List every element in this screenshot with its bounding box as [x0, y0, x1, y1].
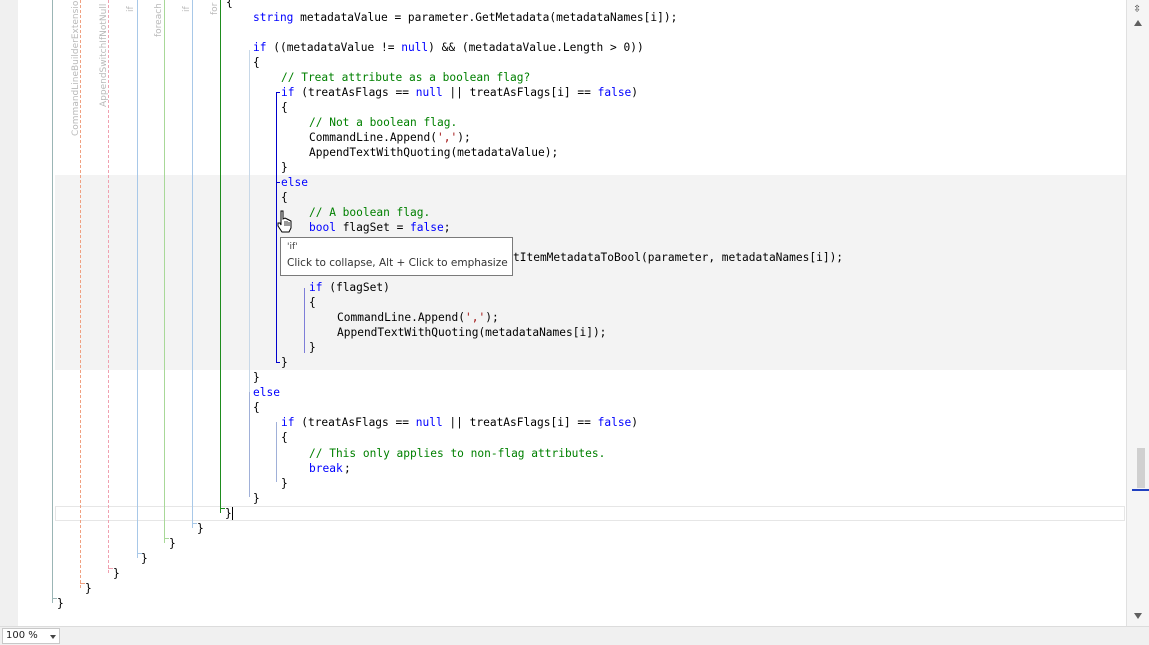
code-line: { [281, 431, 288, 444]
fold-tick-end [276, 362, 280, 363]
code-comment: // A boolean flag. [309, 206, 431, 219]
scroll-down-icon[interactable] [1134, 613, 1142, 619]
code-line: ; [344, 462, 351, 475]
code-line: if (treatAsFlags == null || treatAsFlags… [281, 416, 639, 429]
vertical-scrollbar[interactable] [1126, 0, 1149, 626]
code-line: CommandLine.Append(','); [337, 311, 499, 324]
code-line: } [253, 492, 260, 505]
fold-guide-else[interactable] [249, 392, 250, 497]
scroll-up-icon[interactable] [1134, 20, 1142, 26]
scrollbar-thumb[interactable] [1137, 448, 1145, 488]
structure-guide-foreach [164, 0, 165, 543]
code-line: else [281, 176, 308, 189]
code-line: } [85, 582, 92, 595]
code-line: } [169, 537, 176, 550]
code-line: { [281, 191, 288, 204]
code-comment: // This only applies to non-flag attribu… [309, 447, 606, 460]
code-line: } [253, 371, 260, 384]
tooltip-title: 'if' [287, 242, 298, 252]
code-line: { [253, 56, 260, 69]
scope-label-if: if [126, 6, 136, 12]
chevron-down-icon[interactable] [50, 635, 56, 639]
code-line: string metadataValue = parameter.GetMeta… [253, 11, 678, 24]
zoom-value: 100 % [6, 630, 38, 641]
scope-label-for: for [210, 2, 220, 15]
scope-label-method: AppendSwitchIfNotNull [99, 3, 109, 107]
scope-label-class: CommandLineBuilderExtension [71, 0, 81, 136]
hand-pointer-icon [276, 210, 294, 234]
scope-highlight [55, 175, 1126, 370]
code-line: } [281, 477, 288, 490]
editor-status-bar: 100 % [0, 626, 1149, 645]
code-line: } [225, 507, 232, 520]
fold-guide-if-flagset[interactable] [304, 288, 305, 353]
fold-tick-if [276, 92, 280, 93]
code-editor[interactable]: CommandLineBuilderExtension AppendSwitch… [0, 0, 1126, 626]
structure-tooltip: 'if' Click to collapse, Alt + Click to e… [280, 237, 513, 276]
structure-guide-namespace [52, 0, 53, 603]
text-caret [232, 507, 233, 520]
code-line: { [309, 296, 316, 309]
code-line: if (flagSet) [309, 281, 390, 294]
scrollbar-caret-marker [1132, 489, 1149, 491]
code-line: { [253, 401, 260, 414]
code-line: { [281, 101, 288, 114]
code-line: bool flagSet = false; [309, 221, 451, 234]
code-comment: // Treat attribute as a boolean flag? [281, 71, 531, 84]
code-line: } [197, 522, 204, 535]
structure-guide-if [137, 0, 138, 558]
glyph-margin[interactable] [0, 0, 18, 626]
scope-label-foreach: foreach [154, 3, 164, 37]
code-line: CommandLine.Append(','); [309, 131, 471, 144]
tooltip-text: Click to collapse, Alt + Click to emphas… [287, 257, 508, 269]
code-line: } [57, 597, 64, 610]
code-comment: // Not a boolean flag. [309, 116, 458, 129]
current-line-highlight [55, 506, 1125, 521]
code-line: { [226, 0, 233, 9]
code-line: if (treatAsFlags == null || treatAsFlags… [281, 86, 639, 99]
code-line: AppendTextWithQuoting(metadataValue); [309, 146, 559, 159]
code-line: } [141, 552, 148, 565]
fold-tick-else [276, 182, 280, 183]
code-line: } [113, 567, 120, 580]
scope-label-if-inner: if [182, 6, 192, 12]
split-editor-icon[interactable]: ⇳ [1130, 2, 1144, 16]
code-line: break [309, 462, 343, 475]
fold-guide-if-nonflag[interactable] [276, 422, 277, 482]
code-line: } [281, 356, 288, 369]
code-line: } [281, 161, 288, 174]
zoom-dropdown[interactable]: 100 % [2, 628, 60, 644]
code-line: else [253, 386, 280, 399]
code-line: } [309, 341, 316, 354]
structure-guide-if-inner [192, 0, 193, 528]
code-line: tItemMetadataToBool(parameter, metadataN… [513, 251, 844, 264]
code-line: if ((metadataValue != null) && (metadata… [253, 41, 644, 54]
code-line: AppendTextWithQuoting(metadataNames[i]); [337, 326, 607, 339]
structure-guide-for [220, 0, 221, 513]
